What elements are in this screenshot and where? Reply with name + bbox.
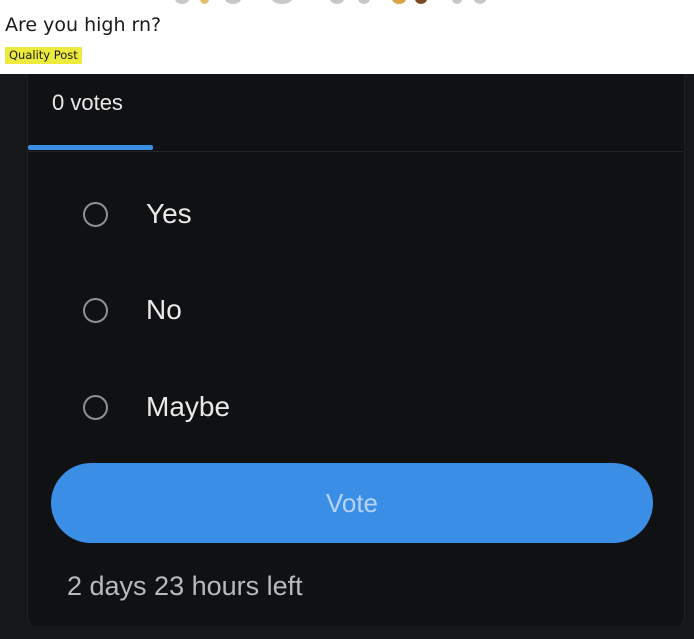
post-flair[interactable]: Quality Post <box>5 47 82 64</box>
radio-unchecked-icon[interactable] <box>83 297 108 323</box>
poll-option-yes[interactable]: Yes <box>80 194 640 234</box>
radio-unchecked-icon[interactable] <box>83 201 108 227</box>
active-tab-indicator <box>28 145 153 150</box>
vote-button[interactable]: Vote <box>51 463 653 543</box>
option-label: No <box>146 294 182 325</box>
post-header: Are you high rn? Quality Post <box>0 0 694 74</box>
poll-option-maybe[interactable]: Maybe <box>80 387 640 427</box>
post-title[interactable]: Are you high rn? <box>5 14 161 36</box>
cropped-emoji-strip <box>0 0 694 6</box>
poll-card <box>27 74 685 626</box>
tab-divider <box>28 151 683 152</box>
tab-votes[interactable]: 0 votes <box>52 90 123 116</box>
option-label: Yes <box>146 198 192 229</box>
option-label: Maybe <box>146 391 231 422</box>
poll-option-no[interactable]: No <box>80 290 640 330</box>
radio-unchecked-icon[interactable] <box>83 394 108 420</box>
poll-time-left: 2 days 23 hours left <box>67 571 303 601</box>
